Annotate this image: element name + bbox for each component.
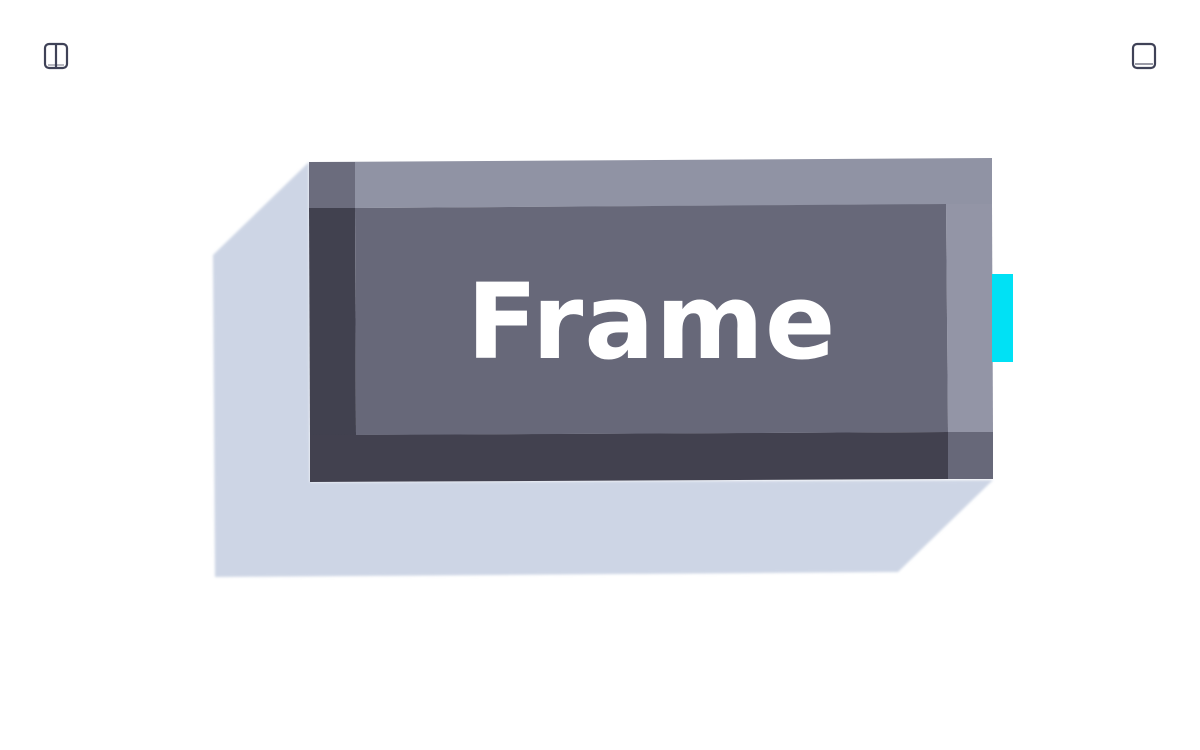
frame-label[interactable]: Frame xyxy=(355,207,948,433)
canvas: Frame xyxy=(0,0,1200,750)
frame-bottom-bevel xyxy=(310,432,948,482)
side-handle[interactable] xyxy=(992,274,1013,362)
frame-right-bevel xyxy=(946,204,993,432)
frame-top-left-corner xyxy=(309,162,355,208)
frame-top-bevel xyxy=(309,158,992,208)
frame-bottom-right-corner xyxy=(948,432,993,479)
frame-left-bevel xyxy=(309,208,356,435)
